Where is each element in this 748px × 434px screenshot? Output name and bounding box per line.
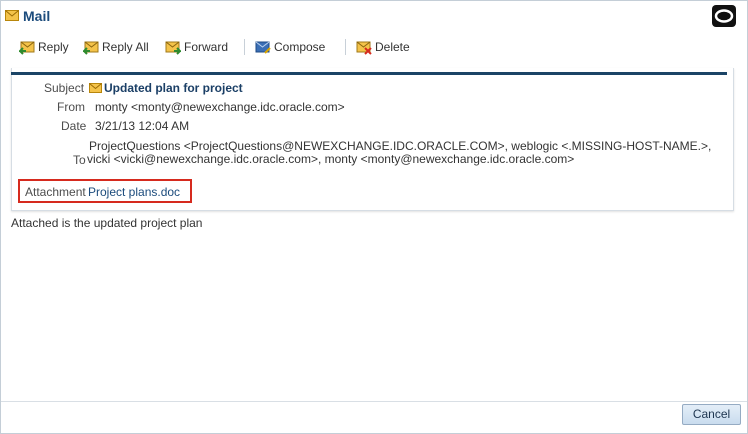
reply-icon bbox=[19, 41, 35, 55]
delete-icon bbox=[356, 41, 372, 55]
window-title: Mail bbox=[23, 8, 51, 24]
attachment-label: Attachment bbox=[25, 185, 86, 199]
to-value-line-2: vicki <vicki@newexchange.idc.oracle.com>… bbox=[87, 152, 575, 166]
delete-button[interactable]: Delete bbox=[356, 37, 410, 57]
compose-label: Compose bbox=[274, 40, 326, 54]
reply-all-button[interactable]: Reply All bbox=[83, 37, 149, 57]
to-label: To bbox=[73, 153, 86, 167]
reply-button[interactable]: Reply bbox=[19, 37, 69, 57]
toolbar-separator bbox=[244, 39, 245, 55]
from-value: monty <monty@newexchange.idc.oracle.com> bbox=[95, 100, 345, 114]
mail-dialog: Mail Reply Reply All Forward Compose Del… bbox=[0, 0, 748, 434]
reply-label: Reply bbox=[38, 40, 69, 54]
compose-button[interactable]: Compose bbox=[255, 37, 325, 57]
subject-value: Updated plan for project bbox=[89, 81, 243, 95]
from-label: From bbox=[57, 100, 85, 114]
forward-button[interactable]: Forward bbox=[165, 37, 228, 57]
forward-label: Forward bbox=[184, 40, 229, 54]
compose-icon bbox=[255, 41, 271, 54]
attachment-link[interactable]: Project plans.doc bbox=[88, 185, 180, 199]
forward-icon bbox=[165, 41, 181, 55]
footer-divider bbox=[1, 401, 747, 402]
envelope-icon bbox=[89, 83, 102, 93]
date-value: 3/21/13 12:04 AM bbox=[95, 119, 190, 133]
delete-label: Delete bbox=[375, 40, 410, 54]
reply-all-label: Reply All bbox=[102, 40, 149, 54]
cancel-button[interactable]: Cancel bbox=[682, 404, 741, 425]
toolbar: Reply Reply All Forward Compose Delete bbox=[15, 35, 715, 59]
reply-all-icon bbox=[83, 41, 99, 55]
subject-label: Subject bbox=[44, 81, 85, 95]
toolbar-separator bbox=[345, 39, 346, 55]
to-value-line-1: ProjectQuestions <ProjectQuestions@NEWEX… bbox=[89, 139, 712, 153]
date-label: Date bbox=[61, 119, 87, 133]
header-divider bbox=[11, 72, 727, 75]
message-body: Attached is the updated project plan bbox=[11, 216, 203, 230]
oracle-logo-icon bbox=[712, 5, 736, 27]
subject-text: Updated plan for project bbox=[104, 81, 243, 95]
envelope-icon bbox=[5, 10, 19, 21]
title-bar: Mail bbox=[1, 1, 747, 33]
